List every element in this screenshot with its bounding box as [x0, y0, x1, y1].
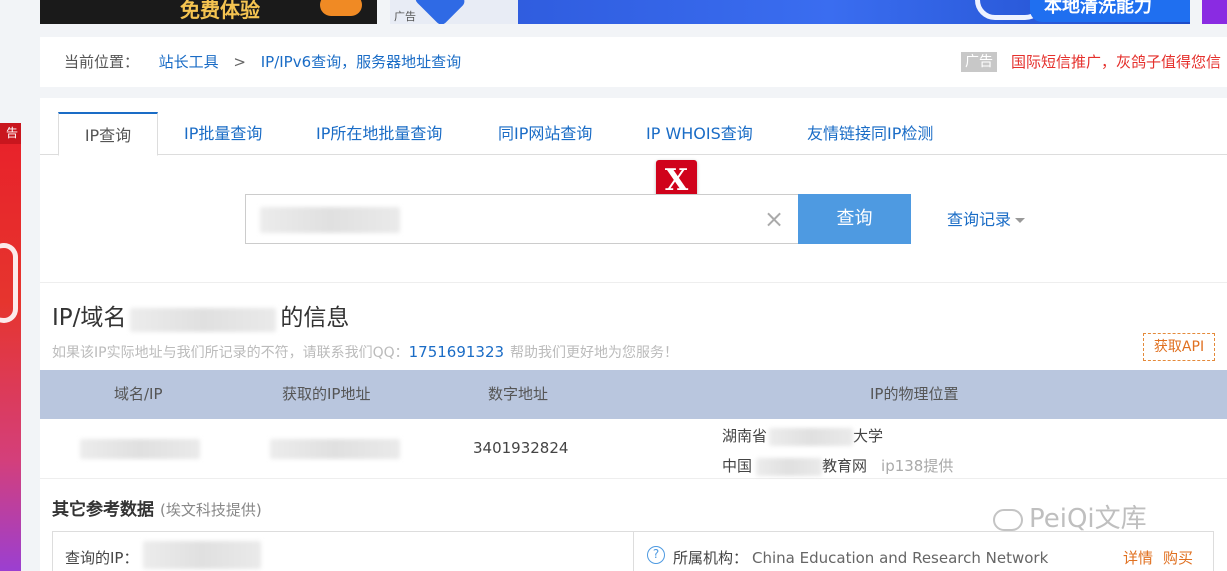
top-ad-strip: 免费体验 广告 本地清洗能力 [0, 0, 1227, 24]
get-api-button[interactable]: 获取API [1143, 333, 1215, 361]
column-divider [633, 532, 634, 571]
breadcrumb-link-tools[interactable]: 站长工具 [159, 53, 219, 71]
search-button[interactable]: 查询 [798, 194, 911, 244]
qq-number-link[interactable]: 1751691323 [409, 343, 504, 361]
tab-ip-query[interactable]: IP查询 [58, 112, 158, 156]
location-line-1: 湖南省 大学 [722, 425, 883, 446]
info-note: 如果该IP实际地址与我们所记录的不符，请联系我们QQ：1751691323 帮助我… [52, 342, 678, 362]
reference-data-box: 查询的IP： ? 所属机构： China Education and Resear… [52, 531, 1214, 571]
col-physical-location: IP的物理位置 [870, 385, 959, 403]
tab-bar: IP查询 IP批量查询 IP所在地批量查询 同IP网站查询 IP WHOIS查询… [40, 112, 1227, 156]
tab-ip-location-batch[interactable]: IP所在地批量查询 [316, 112, 442, 155]
location-country: 中国 [722, 457, 753, 475]
section-divider [40, 282, 1227, 283]
location-province: 湖南省 [722, 427, 768, 445]
breadcrumb-bar: 当前位置： 站长工具 > IP/IPv6查询，服务器地址查询 广告 国际短信推广… [40, 37, 1227, 87]
tab-friend-link-check[interactable]: 友情链接同IP检测 [807, 112, 933, 155]
top-ad-2-slogan: 本地清洗能力 [1030, 0, 1190, 22]
reference-links: 详情 购买 [1123, 547, 1203, 568]
organization-label: 所属机构： [673, 549, 749, 567]
reference-subtitle: (埃文科技提供) [160, 501, 262, 519]
query-ip-label: 查询的IP： [65, 549, 139, 567]
redacted-input-value [260, 207, 400, 233]
side-ad[interactable]: 告 [0, 123, 21, 571]
table-header: 域名/IP 获取的IP地址 数字地址 IP的物理位置 [40, 370, 1227, 419]
numeric-address-value: 3401932824 [473, 439, 569, 457]
top-ad-banner-3[interactable] [1202, 0, 1227, 24]
info-title-suffix: 的信息 [280, 305, 350, 331]
table-row: 3401932824 湖南省 大学 中国 教育网 ip138提供 [40, 419, 1227, 479]
ad-text-link[interactable]: 国际短信推广，灰鸽子值得您信 [1011, 37, 1221, 87]
location-network: 教育网 [822, 457, 868, 475]
side-ad-graphic [0, 243, 18, 323]
watermark-text: PeiQi文库 [1029, 504, 1147, 534]
top-ad-banner-2[interactable]: 广告 本地清洗能力 [390, 0, 1190, 24]
location-institution: 大学 [853, 427, 884, 445]
info-note-suffix: 帮助我们更好地为您服务！ [510, 345, 679, 361]
location-line-2: 中国 教育网 ip138提供 [722, 455, 953, 476]
shield-icon [413, 0, 467, 24]
caret-down-icon [1015, 218, 1026, 223]
tab-ip-whois[interactable]: IP WHOIS查询 [646, 112, 753, 155]
clear-icon[interactable]: × [764, 205, 784, 233]
breadcrumb-prefix: 当前位置： [64, 53, 140, 71]
redacted-domain [126, 306, 280, 332]
breadcrumb: 当前位置： 站长工具 > IP/IPv6查询，服务器地址查询 [64, 37, 461, 87]
watermark: PeiQi文库 [993, 498, 1147, 535]
redacted-domain-cell [80, 439, 200, 459]
query-history-label: 查询记录 [947, 210, 1012, 229]
wechat-icon [993, 508, 1023, 531]
breadcrumb-link-ip-query[interactable]: IP/IPv6查询，服务器地址查询 [261, 53, 461, 71]
buy-link[interactable]: 购买 [1163, 549, 1193, 567]
organization-field: 所属机构： China Education and Research Networ… [673, 547, 1048, 568]
reference-title-text: 其它参考数据 [52, 500, 154, 520]
col-numeric-address: 数字地址 [488, 385, 549, 403]
top-ad-1-text: 免费体验 [180, 0, 260, 22]
tab-same-ip-sites[interactable]: 同IP网站查询 [498, 112, 592, 155]
info-note-text: 如果该IP实际地址与我们所记录的不符，请联系我们QQ： [52, 345, 409, 361]
col-resolved-ip: 获取的IP地址 [282, 385, 371, 403]
ad-label: 广告 [961, 52, 997, 72]
redacted-query-ip [143, 541, 261, 569]
info-title-prefix: IP/域名 [52, 305, 127, 331]
top-ad-1-pill [320, 0, 362, 16]
location-provider: ip138提供 [881, 457, 954, 475]
redacted-ip-cell [270, 439, 400, 459]
top-ad-2-tag: 广告 [394, 10, 416, 23]
reference-title: 其它参考数据 (埃文科技提供) [52, 495, 262, 520]
organization-value: China Education and Research Network [752, 549, 1049, 567]
top-ad-banner-1[interactable]: 免费体验 [40, 0, 377, 24]
side-ad-tag: 告 [0, 123, 21, 144]
breadcrumb-separator: > [233, 53, 246, 71]
info-title: IP/域名 的信息 [52, 298, 349, 332]
col-domain-ip: 域名/IP [114, 385, 163, 403]
help-icon[interactable]: ? [647, 546, 665, 564]
details-link[interactable]: 详情 [1123, 549, 1153, 567]
query-history-dropdown[interactable]: 查询记录 [947, 206, 1026, 230]
search-box: × [245, 194, 799, 244]
tab-ip-batch-query[interactable]: IP批量查询 [184, 112, 262, 155]
top-ad-2-logo-area: 广告 [390, 0, 518, 24]
